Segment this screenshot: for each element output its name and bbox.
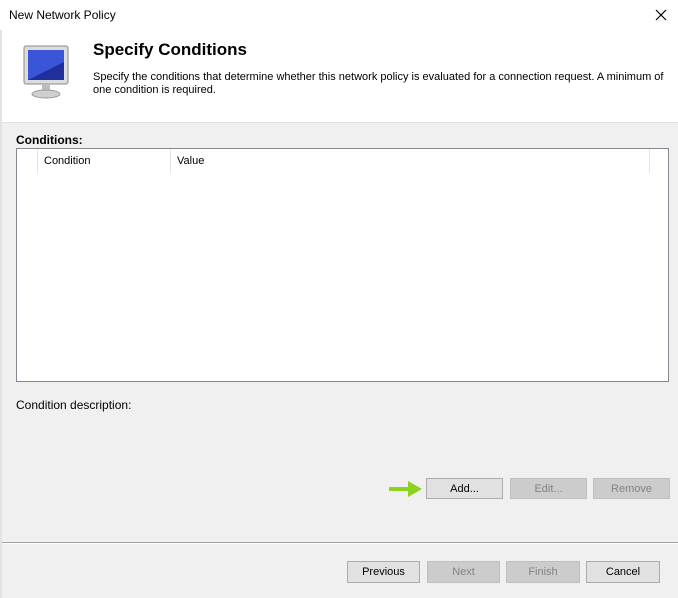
window-title: New Network Policy <box>9 8 116 22</box>
remove-button[interactable]: Remove <box>593 478 670 499</box>
column-header-condition[interactable]: Condition <box>38 149 171 173</box>
computer-monitor-icon <box>23 45 69 99</box>
conditions-list-header: Condition Value <box>17 149 668 173</box>
column-header-condition-label: Condition <box>44 155 91 167</box>
title-bar: New Network Policy <box>0 0 678 30</box>
footer-separator <box>2 542 678 544</box>
condition-description-label: Condition description: <box>16 398 132 412</box>
edit-button[interactable]: Edit... <box>510 478 587 499</box>
finish-button[interactable]: Finish <box>506 561 580 583</box>
add-button[interactable]: Add... <box>426 478 503 499</box>
column-header-value[interactable]: Value <box>171 149 650 173</box>
cancel-button[interactable]: Cancel <box>586 561 660 583</box>
column-header-value-label: Value <box>177 155 205 167</box>
window-left-edge <box>0 30 2 598</box>
green-arrow-icon <box>389 481 422 497</box>
next-button[interactable]: Next <box>427 561 500 583</box>
close-icon <box>655 9 667 21</box>
conditions-label: Conditions: <box>16 133 83 147</box>
conditions-list[interactable]: Condition Value <box>16 148 669 382</box>
column-header-blank[interactable] <box>17 149 38 173</box>
wizard-header: Specify Conditions Specify the condition… <box>0 30 678 123</box>
previous-button[interactable]: Previous <box>347 561 420 583</box>
page-title: Specify Conditions <box>93 40 247 59</box>
page-description: Specify the conditions that determine wh… <box>93 71 664 96</box>
close-button[interactable] <box>648 2 674 28</box>
